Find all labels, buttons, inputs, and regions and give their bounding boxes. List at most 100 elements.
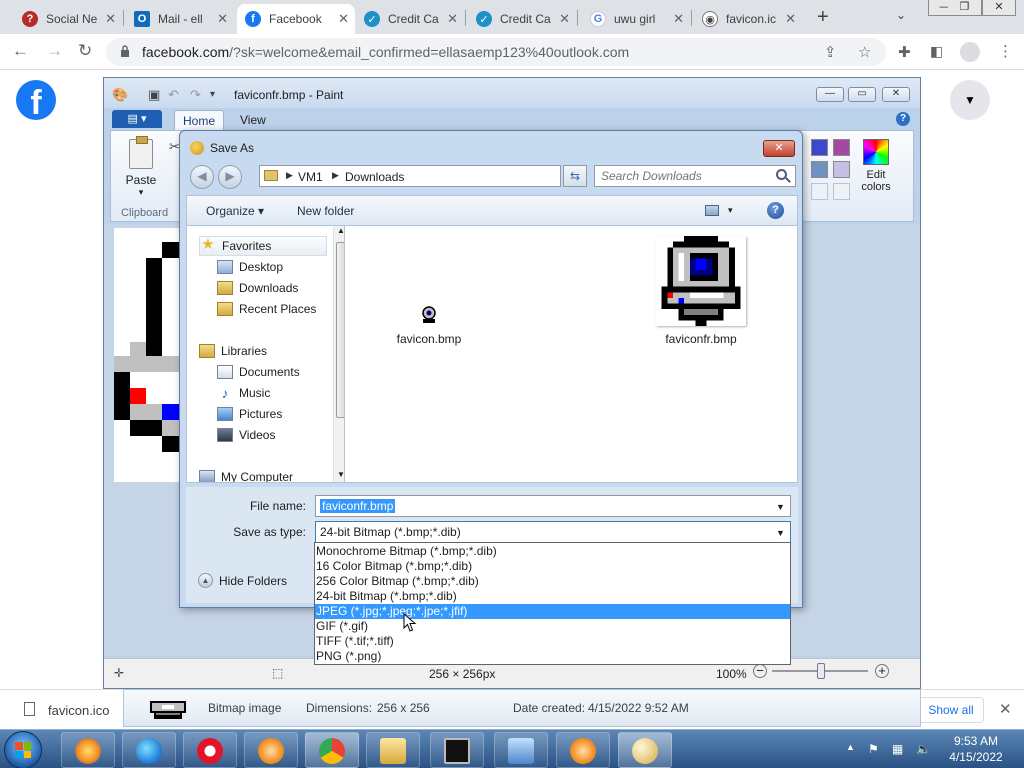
tab-home[interactable]: Home [174,110,225,130]
new-tab-button[interactable]: + [817,6,829,29]
close-icon[interactable]: ✕ [999,700,1012,718]
type-option-png[interactable]: PNG (*.png) [315,649,790,664]
type-option-tiff[interactable]: TIFF (*.tif;*.tiff) [315,634,790,649]
taskbar-sublime[interactable] [244,732,298,768]
nav-downloads[interactable]: Downloads [217,278,298,298]
drawing-canvas[interactable] [114,228,184,482]
reload-icon[interactable]: ↻ [78,41,92,61]
share-icon[interactable]: ⇪ [824,43,837,61]
nav-my-computer[interactable]: My Computer [199,467,293,482]
nav-documents[interactable]: Documents [217,362,300,382]
clock-time[interactable]: 9:53 AM [948,734,1004,748]
save-disk-icon[interactable]: ▣ [148,87,160,103]
help-icon[interactable]: ? [896,112,910,126]
taskbar-opera[interactable] [183,732,237,768]
breadcrumb-downloads[interactable]: Downloads [345,170,404,184]
nav-desktop[interactable]: Desktop [217,257,283,277]
breadcrumb-vm1[interactable]: VM1 [298,170,323,184]
file-favicon-bmp[interactable]: favicon.bmp [379,306,479,346]
menu-dots-icon[interactable]: ⋮ [998,42,1013,60]
nav-libraries[interactable]: Libraries [199,341,267,361]
taskbar-paint[interactable] [618,732,672,768]
type-option-jpeg[interactable]: JPEG (*.jpg;*.jpeg;*.jpe;*.jfif) [315,604,790,619]
taskbar-cmd[interactable] [430,732,484,768]
scroll-down-arrow-icon[interactable]: ▼ [337,470,344,479]
close-icon[interactable]: ✕ [559,11,570,27]
color-swatch-lavender[interactable] [833,161,850,178]
tab-credit-2[interactable]: ✓ Credit Ca ✕ [468,4,576,34]
facebook-logo-icon[interactable]: f [16,80,56,120]
volume-icon[interactable]: 🔈 [916,742,931,756]
paint-maximize-button[interactable]: ▭ [848,87,876,102]
bookmark-star-icon[interactable]: ☆ [858,43,871,61]
type-option-monochrome[interactable]: Monochrome Bitmap (*.bmp;*.dib) [315,544,790,559]
start-button[interactable] [4,731,42,768]
forward-arrow-icon[interactable]: ▶ [218,165,242,189]
back-arrow-icon[interactable]: ← [12,41,29,61]
close-icon[interactable]: ✕ [217,11,228,27]
tab-facebook[interactable]: f Facebook ✕ [237,4,355,34]
nav-scrollbar[interactable]: ▲ ▼ [333,226,344,482]
download-item[interactable]: favicon.ico [48,703,109,718]
tab-credit-1[interactable]: ✓ Credit Ca ✕ [356,4,464,34]
tab-google[interactable]: G uwu girl ✕ [582,4,690,34]
chevron-right-icon[interactable]: ▶ [332,170,339,181]
zoom-slider-thumb[interactable] [817,663,825,679]
type-option-24-bit[interactable]: 24-bit Bitmap (*.bmp;*.dib) [315,589,790,604]
color-swatch-empty[interactable] [833,183,850,200]
close-window-button[interactable]: ✕ [982,0,1016,16]
taskbar-app[interactable] [556,732,610,768]
paste-button[interactable]: Paste ▾ [119,136,163,199]
chevron-down-icon[interactable]: ▼ [776,502,785,512]
nav-videos[interactable]: Videos [217,425,275,445]
close-icon[interactable]: ✕ [338,11,349,27]
tab-search-chevron-icon[interactable]: ⌄ [896,8,906,22]
chevron-down-icon[interactable]: ▼ [776,528,785,538]
color-swatch-purple[interactable] [833,139,850,156]
taskbar-firefox-dev[interactable] [61,732,115,768]
network-icon[interactable]: ▦ [892,742,903,756]
taskbar-edge[interactable] [122,732,176,768]
help-icon[interactable]: ? [767,202,784,219]
paint-minimize-button[interactable]: — [816,87,844,102]
action-center-flag-icon[interactable]: ⚑ [868,742,879,756]
color-swatch-empty[interactable] [811,183,828,200]
nav-recent-places[interactable]: Recent Places [217,299,316,319]
refresh-button[interactable]: ⇆ [563,165,587,187]
customize-qat-icon[interactable]: ▾ [210,89,215,100]
paint-close-button[interactable]: ✕ [882,87,910,102]
show-all-button[interactable]: Show all [918,697,984,723]
change-view-icon[interactable] [705,205,719,216]
taskbar-explorer[interactable] [366,732,420,768]
forward-arrow-icon[interactable]: → [46,41,63,61]
redo-icon[interactable]: ↷ [190,87,201,103]
extensions-puzzle-icon[interactable]: ✚ [898,43,911,61]
show-hidden-icons-icon[interactable]: ▲ [846,742,855,752]
account-menu-button[interactable]: ▼ [950,80,990,120]
breadcrumb[interactable]: ▶ VM1 ▶ Downloads ▼ [259,165,633,187]
clock-date[interactable]: 4/15/2022 [944,750,1008,764]
type-option-256-color[interactable]: 256 Color Bitmap (*.bmp;*.dib) [315,574,790,589]
dialog-close-button[interactable]: ✕ [763,140,795,157]
scrollbar-thumb[interactable] [336,242,344,418]
tab-favicon[interactable]: ◉ favicon.ic ✕ [694,4,802,34]
address-bar[interactable]: facebook.com/?sk=welcome&email_confirmed… [106,38,886,66]
close-icon[interactable]: ✕ [673,11,684,27]
scroll-up-arrow-icon[interactable]: ▲ [337,226,344,235]
chevron-right-icon[interactable]: ▶ [286,170,293,181]
file-name-field[interactable]: faviconfr.bmp ▼ [315,495,791,517]
new-folder-button[interactable]: New folder [297,204,354,218]
type-option-16-color[interactable]: 16 Color Bitmap (*.bmp;*.dib) [315,559,790,574]
close-icon[interactable]: ✕ [785,11,796,27]
taskbar-control-panel[interactable] [494,732,548,768]
tab-view[interactable]: View [232,110,274,130]
chevron-down-icon[interactable]: ▾ [728,205,733,216]
close-icon[interactable]: ✕ [105,11,116,27]
type-option-gif[interactable]: GIF (*.gif) [315,619,790,634]
close-icon[interactable]: ✕ [447,11,458,27]
lock-icon[interactable] [120,45,130,57]
paint-menu-button[interactable]: ▤ ▾ [112,110,162,128]
nav-music[interactable]: ♪ Music [217,383,271,403]
search-icon[interactable] [776,169,787,180]
back-arrow-icon[interactable]: ◀ [190,165,214,189]
